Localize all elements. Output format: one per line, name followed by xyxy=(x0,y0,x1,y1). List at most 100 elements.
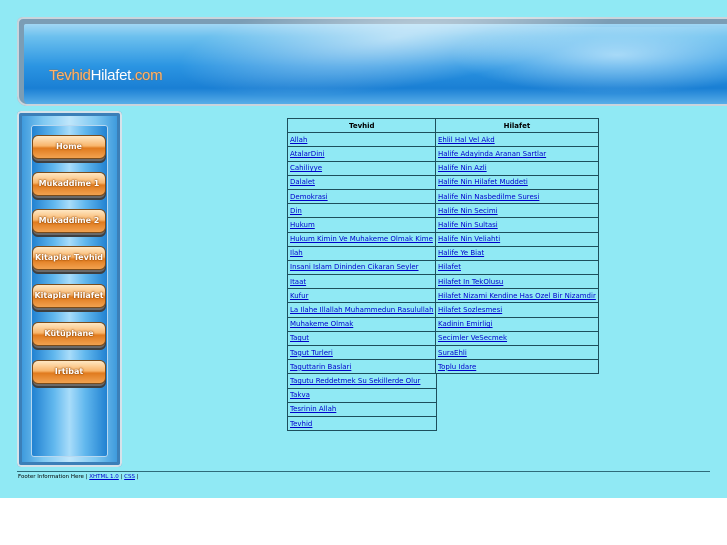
tevhid-cell: Insani Islam Dininden Cikaran Seyler xyxy=(287,259,437,276)
tevhid-row: Din xyxy=(287,203,437,219)
footer-separator: | xyxy=(120,474,123,480)
hilafet-row: Halife Adayinda Aranan Sartlar xyxy=(435,146,599,162)
tevhid-table-body: Allah AtalarDini Cahiliyye Dalalet Demokrasi… xyxy=(287,132,437,432)
banner-glow xyxy=(437,27,727,97)
css-validator-link[interactable]: CSS xyxy=(124,474,135,480)
tevhid-row: AtalarDini xyxy=(287,146,437,162)
hilafet-row: Halife Nin Sultasi xyxy=(435,217,599,233)
logo-part-com: .com xyxy=(130,67,163,84)
hilafet-cell: Halife Nin Sultasi xyxy=(435,217,599,233)
hilafet-link[interactable]: Halife Ye Biat xyxy=(438,249,484,257)
hilafet-cell: Kadinin Emirligi xyxy=(435,316,599,332)
tevhid-cell: Itaat xyxy=(287,274,437,290)
hilafet-row: Secimler VeSecmek xyxy=(435,330,599,347)
hilafet-link[interactable]: Halife Adayinda Aranan Sartlar xyxy=(438,150,546,158)
hilafet-link[interactable]: Toplu Idare xyxy=(438,363,476,371)
tevhid-cell: La Ilahe Illallah Muhammedun Rasulullah xyxy=(287,302,437,318)
hilafet-row: Halife Nin Nasbedilme Suresi xyxy=(435,188,599,205)
nav-irtibat-button[interactable]: Irtibat xyxy=(33,361,105,383)
hilafet-cell: Secimler VeSecmek xyxy=(435,330,599,347)
hilafet-table-header: Hilafet xyxy=(435,117,599,134)
hilafet-link[interactable]: Halife Nin Azli xyxy=(438,164,487,172)
hilafet-row: Hilafet In TekOlusu xyxy=(435,274,599,290)
hilafet-link[interactable]: Hilafet Sozlesmesi xyxy=(438,306,502,314)
tevhid-cell: Demokrasi xyxy=(287,188,437,205)
nav-kitaplar-tevhid-button[interactable]: Kitaplar Tevhid xyxy=(33,247,105,269)
footer-divider xyxy=(17,471,710,472)
nav-home-button[interactable]: Home xyxy=(33,136,105,158)
hilafet-link[interactable]: Hilafet Nizami Kendine Has Ozel Bir Niza… xyxy=(438,292,596,300)
hilafet-link[interactable]: Secimler VeSecmek xyxy=(438,334,507,342)
tevhid-cell: Tesrinin Allah xyxy=(287,401,437,417)
tevhid-row: Dalalet xyxy=(287,174,437,190)
xhtml-validator-link[interactable]: XHTML 1.0 xyxy=(89,474,119,480)
nav-kitaplar-hilafet-button[interactable]: Kitaplar Hilafet xyxy=(33,285,105,307)
tevhid-link[interactable]: Insani Islam Dininden Cikaran Seyler xyxy=(290,263,419,271)
hilafet-row: Halife Nin Azli xyxy=(435,160,599,176)
hilafet-row: Ehlil Hal Vel Akd xyxy=(435,132,599,148)
tevhid-link[interactable]: La Ilahe Illallah Muhammedun Rasulullah xyxy=(290,306,434,314)
hilafet-row: SuraEhli xyxy=(435,344,599,361)
hilafet-link[interactable]: Halife Nin Veliahti xyxy=(438,235,500,243)
hilafet-link[interactable]: Hilafet In TekOlusu xyxy=(438,278,503,286)
sidebar-nav: Home Mukaddime 1 Mukaddime 2 Kitaplar Te… xyxy=(17,111,122,467)
tevhid-link[interactable]: Hukum Kimin Ve Muhakeme Olmak Kime xyxy=(290,235,433,243)
tevhid-link[interactable]: Tesrinin Allah xyxy=(290,405,336,413)
hilafet-cell: Halife Nin Nasbedilme Suresi xyxy=(435,188,599,205)
tevhid-cell: Taguttarin Baslari xyxy=(287,359,437,375)
tevhid-link[interactable]: Tagut xyxy=(290,334,309,342)
hilafet-cell: Halife Nin Veliahti xyxy=(435,231,599,247)
tevhid-link[interactable]: Ilah xyxy=(290,249,303,257)
tevhid-link[interactable]: Kufur xyxy=(290,292,308,300)
tevhid-cell: Allah xyxy=(287,132,437,148)
hilafet-link[interactable]: Halife Nin Nasbedilme Suresi xyxy=(438,193,539,201)
tevhid-link[interactable]: Cahiliyye xyxy=(290,164,322,172)
tevhid-link[interactable]: Allah xyxy=(290,136,307,144)
nav-mukaddime-2-button[interactable]: Mukaddime 2 xyxy=(33,210,105,232)
tevhid-row: Demokrasi xyxy=(287,188,437,205)
tevhid-link[interactable]: AtalarDini xyxy=(290,150,325,158)
hilafet-row: Halife Nin Secimi xyxy=(435,203,599,219)
tevhid-link[interactable]: Din xyxy=(290,207,302,215)
nav-kutuphane-button[interactable]: Kütüphane xyxy=(33,323,105,345)
tevhid-row: Ilah xyxy=(287,245,437,261)
hilafet-row: Halife Ye Biat xyxy=(435,245,599,261)
hilafet-link[interactable]: SuraEhli xyxy=(438,349,467,357)
tevhid-row: Tagut xyxy=(287,330,437,347)
hilafet-link[interactable]: Halife Nin Secimi xyxy=(438,207,498,215)
tevhid-link[interactable]: Demokrasi xyxy=(290,193,328,201)
tevhid-link[interactable]: Hukum xyxy=(290,221,315,229)
hilafet-link[interactable]: Halife Nin Hilafet Muddeti xyxy=(438,178,528,186)
hilafet-link[interactable]: Halife Nin Sultasi xyxy=(438,221,498,229)
tevhid-link[interactable]: Muhakeme Olmak xyxy=(290,320,353,328)
tevhid-row: Allah xyxy=(287,132,437,148)
hilafet-link[interactable]: Kadinin Emirligi xyxy=(438,320,493,328)
nav-mukaddime-1-button[interactable]: Mukaddime 1 xyxy=(33,173,105,195)
hilafet-cell: Hilafet In TekOlusu xyxy=(435,274,599,290)
hilafet-cell: Halife Nin Azli xyxy=(435,160,599,176)
tevhid-link[interactable]: Tagut Turleri xyxy=(290,349,333,357)
tevhid-row: Itaat xyxy=(287,274,437,290)
site-logo[interactable]: TevhidHilafet.com xyxy=(49,67,163,84)
hilafet-cell: SuraEhli xyxy=(435,344,599,361)
hilafet-link-table: Hilafet Ehlil Hal Vel Akd Halife Adayinda… xyxy=(435,117,599,375)
tevhid-cell: Din xyxy=(287,203,437,219)
tevhid-row: Muhakeme Olmak xyxy=(287,316,437,332)
tevhid-row: Hukum xyxy=(287,217,437,233)
hilafet-link[interactable]: Hilafet xyxy=(438,263,461,271)
hilafet-cell: Hilafet xyxy=(435,259,599,276)
tevhid-link[interactable]: Dalalet xyxy=(290,178,315,186)
hilafet-link[interactable]: Ehlil Hal Vel Akd xyxy=(438,136,495,144)
tevhid-link[interactable]: Taguttarin Baslari xyxy=(290,363,351,371)
tevhid-cell: AtalarDini xyxy=(287,146,437,162)
tevhid-link[interactable]: Tevhid xyxy=(290,420,312,428)
tevhid-cell: Takva xyxy=(287,387,437,403)
tevhid-link[interactable]: Itaat xyxy=(290,278,306,286)
hilafet-cell: Hilafet Sozlesmesi xyxy=(435,302,599,318)
tevhid-link[interactable]: Takva xyxy=(290,391,310,399)
tevhid-row: Taguttarin Baslari xyxy=(287,359,437,375)
hilafet-cell: Halife Ye Biat xyxy=(435,245,599,261)
logo-part-tevhid: Tevhid xyxy=(49,67,91,84)
tevhid-link[interactable]: Tagutu Reddetmek Su Sekillerde Olur xyxy=(290,377,420,385)
tevhid-cell: Kufur xyxy=(287,288,437,304)
